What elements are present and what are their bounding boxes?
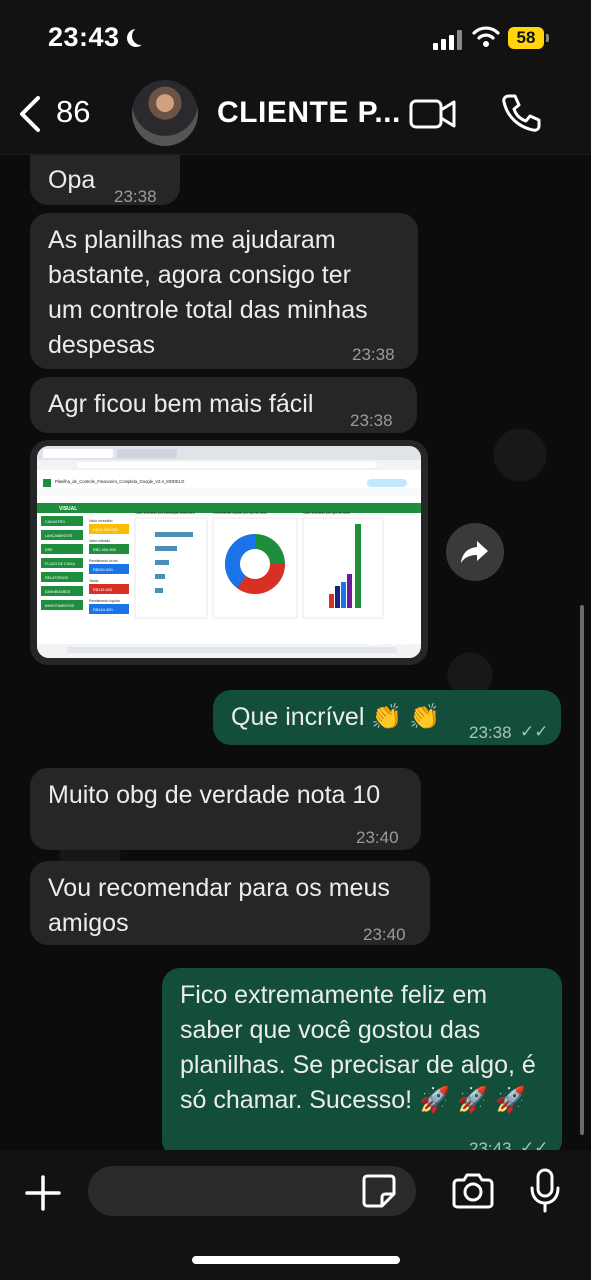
battery-indicator: 58 (508, 27, 544, 49)
camera-icon[interactable] (450, 1172, 496, 1210)
read-receipt-icon: ✓✓ (520, 1138, 549, 1150)
message-bubble[interactable]: Vou recomendar para os meus amigos 23:40 (30, 861, 430, 945)
card-value: R$115.600 (93, 587, 113, 592)
card-label: Valor retirado (89, 539, 110, 543)
card-value: R$144.400 (93, 607, 113, 612)
unread-count[interactable]: 86 (56, 94, 90, 130)
phone-call-icon[interactable] (500, 92, 542, 134)
wifi-icon (472, 26, 500, 47)
message-text: Muito obg de verdade nota 10 (48, 781, 381, 809)
message-time: 23:38 (469, 723, 512, 742)
card-value: R$1.460.000 (93, 547, 117, 552)
message-time: 23:40 (356, 828, 399, 847)
contact-avatar[interactable] (132, 80, 198, 146)
sheet-cards: Valor Investido R$12.850.000 Valor retir… (89, 519, 129, 614)
nav-item: RELATÓRIOS (45, 575, 69, 580)
message-bubble[interactable]: Que incrível 👏 👏 23:38 ✓✓ (213, 690, 561, 745)
message-text: Fico extremamente feliz em saber que voc… (180, 981, 536, 1114)
message-time: 23:43 (469, 1139, 512, 1150)
chat-header: 86 CLIENTE P... (0, 78, 591, 155)
sticker-icon[interactable] (360, 1172, 398, 1210)
video-call-icon[interactable] (408, 94, 458, 134)
card-value: R$260.000 (93, 567, 113, 572)
do-not-disturb-icon (132, 27, 150, 45)
home-indicator[interactable] (192, 1256, 400, 1264)
composer-bar (0, 1150, 591, 1280)
back-chevron-icon[interactable] (14, 92, 54, 136)
card-label: Taxas (89, 579, 99, 583)
nav-item: LANÇAMENTOS (45, 534, 73, 538)
nav-item: DASHBOARDS (45, 590, 71, 594)
message-time: 23:38 (350, 411, 393, 430)
message-text: Agr ficou bem mais fácil (48, 390, 314, 418)
chart-title: Valor investido por tipo de ativo (303, 511, 350, 515)
forward-arrow-icon (461, 541, 488, 563)
read-receipt-icon: ✓✓ (520, 722, 549, 741)
card-label: Rendimento líquido (89, 599, 120, 603)
card-value: R$12.850.000 (93, 527, 119, 532)
status-time: 23:43 (48, 22, 120, 52)
message-time: 23:38 (352, 345, 395, 364)
card-label: Valor Investido (89, 519, 113, 523)
sheet-brand: VISUAL (59, 506, 77, 512)
status-bar: 23:43 58 (0, 0, 591, 78)
contact-name[interactable]: CLIENTE P... (217, 96, 401, 130)
chart-title: Rendimento líquido por tipo de ativo (213, 511, 267, 515)
scrollbar[interactable] (580, 605, 584, 1135)
sheet-nav: CADASTRO LANÇAMENTOS DRE FLUXO DE CAIXA … (41, 516, 83, 610)
message-bubble[interactable]: Opa 23:38 (30, 155, 180, 206)
message-text: As planilhas me ajudaram bastante, agora… (48, 226, 368, 359)
card-label: Rendimento bruto (89, 559, 118, 563)
nav-item: INVESTIMENTOS (45, 604, 75, 608)
image-time: 23:38 (366, 630, 409, 649)
message-bubble[interactable]: Fico extremamente feliz em saber que voc… (162, 968, 562, 1150)
nav-item: CADASTRO (45, 520, 65, 524)
message-time: 23:38 (114, 187, 157, 206)
message-text: Vou recomendar para os meus amigos (48, 874, 390, 937)
nav-item: FLUXO DE CAIXA (45, 562, 75, 566)
spreadsheet-image: Planilha_de_Controle_Financeiro_Completa… (37, 446, 421, 658)
microphone-icon[interactable] (528, 1168, 562, 1214)
attach-plus-icon[interactable] (24, 1174, 62, 1212)
message-bubble[interactable]: Agr ficou bem mais fácil 23:38 (30, 377, 417, 433)
cellular-signal-icon (433, 30, 463, 50)
message-bubble[interactable]: Muito obg de verdade nota 10 23:40 (30, 768, 421, 850)
chart-title: Valor investido por instituição financei… (135, 511, 195, 515)
chat-area[interactable]: Opa 23:38 As planilhas me ajudaram basta… (0, 155, 591, 1150)
forward-button[interactable] (446, 523, 504, 581)
battery-tip (546, 34, 549, 42)
sheet-title: Planilha_de_Controle_Financeiro_Completa… (55, 479, 185, 484)
nav-item: DRE (45, 548, 53, 552)
image-message[interactable]: Planilha_de_Controle_Financeiro_Completa… (30, 440, 428, 665)
message-bubble[interactable]: As planilhas me ajudaram bastante, agora… (30, 213, 418, 369)
message-time: 23:40 (363, 925, 406, 944)
spreadsheet-screenshot[interactable]: Planilha_de_Controle_Financeiro_Completa… (37, 446, 421, 658)
